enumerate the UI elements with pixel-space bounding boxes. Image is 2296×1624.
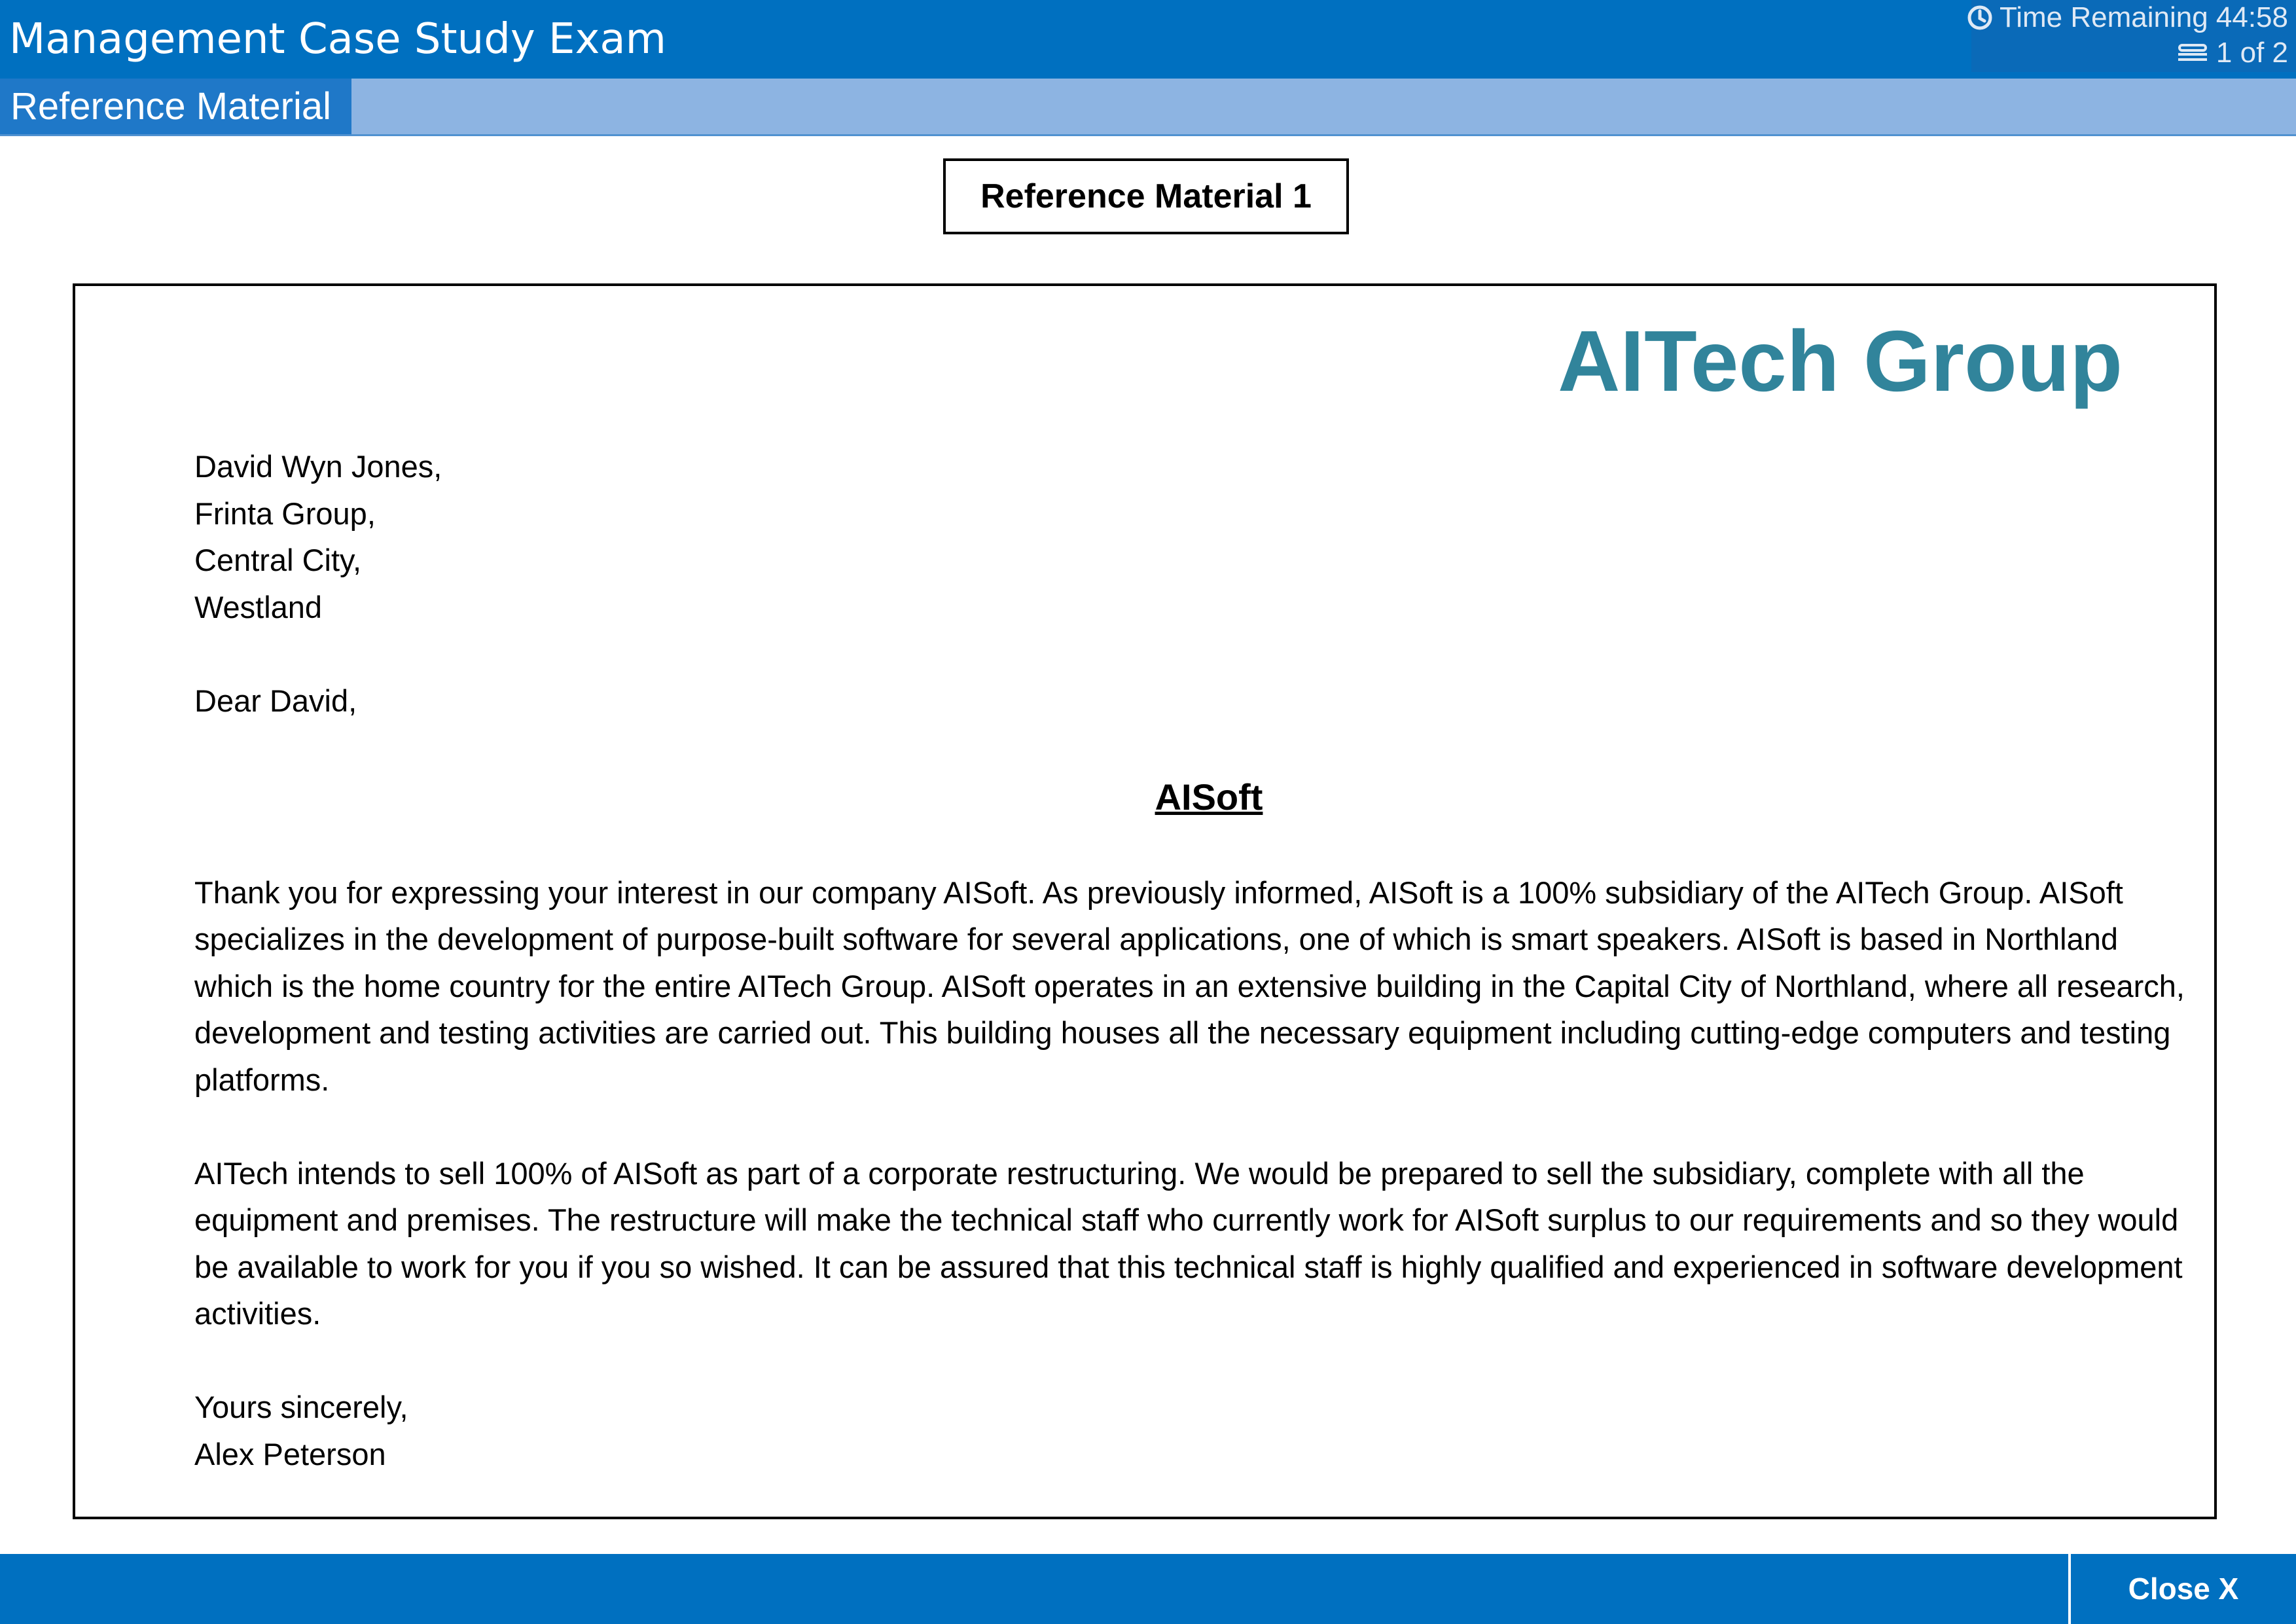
closing: Yours sincerely, [194,1390,408,1424]
signature: Alex Peterson [194,1436,386,1471]
clock-icon [1967,5,1993,31]
pages-icon [2177,41,2210,65]
exam-header: Management Case Study Exam Time Remainin… [0,0,2296,79]
tab-reference-material[interactable]: Reference Material [0,79,351,134]
sub-header: Reference Material [0,79,2296,136]
letter-paragraph: Thank you for expressing your interest i… [194,875,2185,1097]
app-title: Management Case Study Exam [9,15,666,63]
address-line: Central City, [194,543,362,577]
page-indicator: 1 of 2 [2177,37,2288,69]
exam-footer: Close X [0,1554,2296,1624]
address-line: David Wyn Jones, [194,449,442,484]
time-remaining: Time Remaining 44:58 [1967,1,2288,34]
company-brand: AITech Group [1558,313,2123,409]
page-indicator-text: 1 of 2 [2215,37,2288,69]
status-panel: Time Remaining 44:58 1 of 2 [1967,0,2296,72]
salutation: Dear David, [194,683,357,718]
letter-subject: AISoft [1155,776,1263,818]
letter-paragraph: AITech intends to sell 100% of AISoft as… [194,1155,2183,1331]
close-button[interactable]: Close X [2068,1554,2296,1624]
address-line: Frinta Group, [194,496,376,531]
time-remaining-text: Time Remaining 44:58 [1999,1,2288,33]
letter-document: AITech Group David Wyn Jones, Frinta Gro… [73,283,2217,1519]
address-line: Westland [194,589,323,624]
letter-body: David Wyn Jones, Frinta Group, Central C… [194,443,2197,1477]
reference-title: Reference Material 1 [943,158,1349,234]
